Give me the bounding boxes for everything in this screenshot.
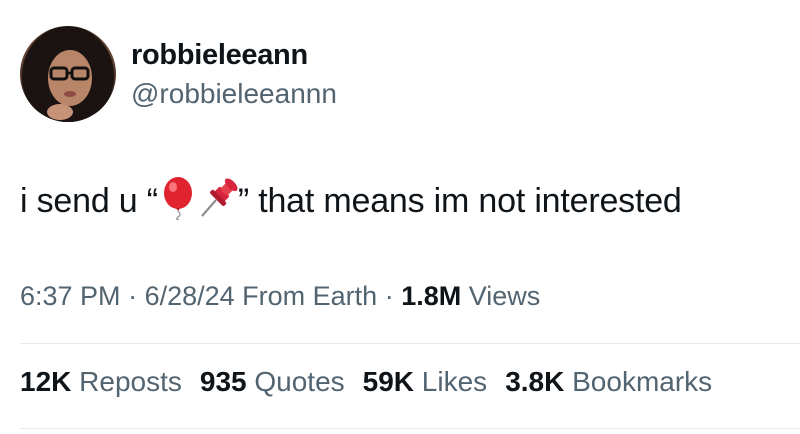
- tweet-date[interactable]: 6/28/24: [145, 281, 235, 311]
- quotes-label: Quotes: [246, 366, 345, 397]
- user-handle[interactable]: @robbieleeannn: [131, 78, 337, 110]
- bookmarks-label: Bookmarks: [564, 366, 713, 397]
- views-count: 1.8M: [401, 281, 462, 311]
- meta-separator: ·: [377, 281, 402, 311]
- bookmarks-stat[interactable]: 3.8K Bookmarks: [505, 366, 712, 397]
- bookmarks-count: 3.8K: [505, 366, 565, 397]
- engagement-stats: 12K Reposts 935 Quotes 59K Likes 3.8K Bookm…: [20, 366, 730, 398]
- reposts-label: Reposts: [71, 366, 182, 397]
- views-label: Views: [461, 281, 541, 311]
- tweet-text-before: i send u “: [20, 182, 158, 220]
- tweet-meta: 6:37 PM · 6/28/24 From Earth · 1.8M View…: [20, 281, 540, 312]
- quotes-stat[interactable]: 935 Quotes: [200, 366, 345, 397]
- meta-separator: ·: [120, 281, 145, 311]
- balloon-emoji-icon: [158, 176, 198, 220]
- likes-label: Likes: [414, 366, 488, 397]
- tweet-text-after: ” that means im not interested: [237, 182, 682, 220]
- reposts-count: 12K: [20, 366, 72, 397]
- pushpin-emoji-icon: [198, 176, 238, 220]
- tweet-source: From Earth: [234, 281, 378, 311]
- divider: [20, 343, 800, 344]
- tweet-time[interactable]: 6:37 PM: [20, 281, 121, 311]
- tweet-text: i send u “ ” that means im not intereste…: [20, 176, 682, 223]
- avatar[interactable]: [20, 26, 116, 122]
- profile-photo-icon: [22, 26, 114, 122]
- likes-count: 59K: [362, 366, 415, 397]
- tweet-card: robbieleeann @robbieleeannn i send u “ ”…: [0, 0, 800, 434]
- display-name[interactable]: robbieleeann: [131, 39, 308, 72]
- reposts-stat[interactable]: 12K Reposts: [20, 366, 182, 397]
- divider: [20, 428, 800, 429]
- likes-stat[interactable]: 59K Likes: [363, 366, 488, 397]
- quotes-count: 935: [199, 366, 247, 397]
